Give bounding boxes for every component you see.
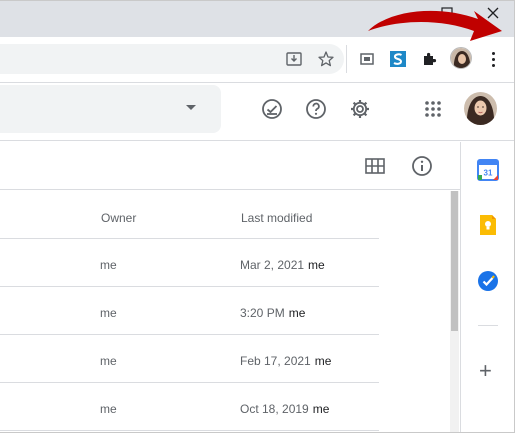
s-extension-button[interactable] — [386, 47, 410, 71]
profile-avatar[interactable] — [450, 47, 472, 69]
window-titlebar — [0, 1, 514, 37]
browser-window: Owner Last modified me Mar 2, 2021 me me … — [0, 0, 515, 433]
help-button[interactable] — [304, 97, 328, 121]
maximize-icon — [441, 7, 453, 19]
browser-toolbar — [0, 37, 514, 83]
owner-cell: me — [100, 306, 117, 320]
last-modified-cell: Feb 17, 2021 me — [240, 354, 331, 368]
download-icon — [286, 52, 302, 66]
file-row[interactable]: me 3:20 PM me — [0, 287, 379, 335]
modified-date: 3:20 PM — [240, 306, 285, 320]
chrome-menu-button[interactable] — [482, 47, 504, 71]
account-avatar[interactable] — [464, 92, 497, 125]
screenshot-extension-button[interactable] — [355, 47, 379, 71]
modified-date: Mar 2, 2021 — [240, 258, 305, 272]
side-panel-divider — [478, 325, 498, 326]
keep-icon — [480, 215, 496, 235]
bookmark-button[interactable] — [314, 47, 338, 71]
tasks-button[interactable] — [477, 270, 499, 292]
app-header — [0, 83, 514, 141]
screenshot-extension-icon — [360, 53, 374, 65]
file-row[interactable]: me Feb 17, 2021 me — [0, 335, 379, 383]
last-modified-column-header[interactable]: Last modified — [241, 211, 312, 225]
modified-date: Feb 17, 2021 — [240, 354, 311, 368]
side-panel: 31 + — [460, 142, 514, 432]
offline-check-icon — [262, 99, 282, 119]
offline-status-button[interactable] — [260, 97, 284, 121]
close-icon — [487, 7, 499, 19]
file-row[interactable]: me Oct 18, 2019 me — [0, 383, 379, 431]
calendar-day-number: 31 — [484, 169, 493, 178]
view-toolbar — [0, 142, 460, 190]
last-modified-cell: 3:20 PM me — [240, 306, 305, 320]
last-modified-cell: Oct 18, 2019 me — [240, 402, 329, 416]
settings-button[interactable] — [348, 97, 372, 121]
calendar-icon: 31 — [477, 159, 499, 181]
s-extension-icon — [390, 51, 406, 67]
owner-column-header[interactable]: Owner — [101, 211, 136, 225]
tasks-icon — [478, 271, 498, 291]
owner-cell: me — [100, 354, 117, 368]
calendar-button[interactable]: 31 — [477, 159, 499, 181]
menu-dot-icon — [491, 63, 495, 67]
help-icon — [306, 99, 326, 119]
extensions-puzzle-icon — [424, 52, 437, 65]
owner-cell: me — [100, 402, 117, 416]
view-details-button[interactable] — [410, 154, 434, 178]
grid-view-icon — [365, 158, 385, 174]
maximize-button[interactable] — [434, 3, 460, 23]
add-addon-button[interactable]: + — [479, 360, 492, 382]
extensions-button[interactable] — [418, 47, 442, 71]
google-apps-button[interactable] — [421, 97, 445, 121]
file-row[interactable]: me Mar 2, 2021 me — [0, 239, 379, 287]
install-app-button[interactable] — [282, 47, 306, 71]
modified-by: me — [288, 306, 306, 320]
bookmark-star-icon — [318, 51, 334, 67]
modified-by: me — [312, 402, 330, 416]
profile-photo — [451, 48, 471, 68]
menu-dot-icon — [491, 57, 495, 61]
modified-by: me — [308, 258, 325, 272]
close-window-button[interactable] — [480, 3, 506, 23]
search-box[interactable] — [0, 85, 221, 133]
settings-gear-icon — [351, 100, 369, 118]
apps-grid-icon — [425, 101, 441, 117]
toolbar-divider — [346, 45, 347, 73]
grid-view-button[interactable] — [363, 154, 387, 178]
modified-by: me — [314, 354, 332, 368]
menu-dot-icon — [491, 51, 495, 55]
search-options-caret-icon[interactable] — [186, 105, 196, 110]
scrollbar-thumb[interactable] — [451, 191, 458, 331]
owner-cell: me — [100, 258, 117, 272]
account-photo — [464, 92, 497, 125]
keep-button[interactable] — [477, 214, 499, 236]
info-icon — [412, 156, 432, 176]
last-modified-cell: Mar 2, 2021 me — [240, 258, 325, 272]
modified-date: Oct 18, 2019 — [240, 402, 309, 416]
